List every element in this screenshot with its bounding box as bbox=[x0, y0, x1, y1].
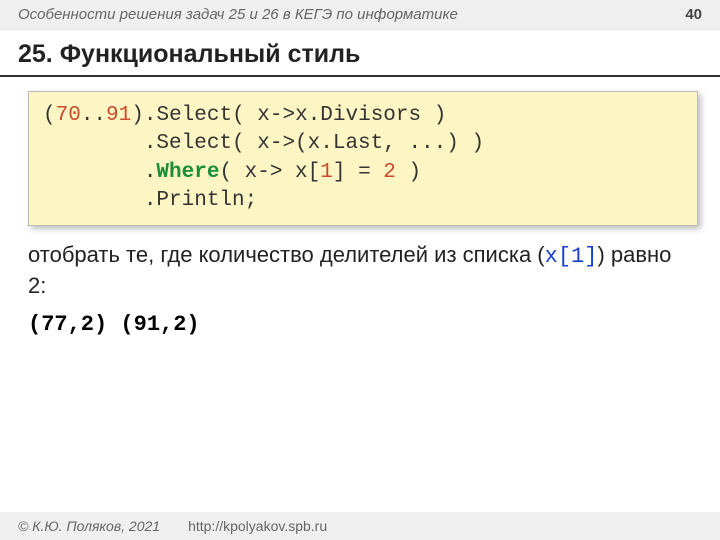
footer-url: http://kpolyakov.spb.ru bbox=[188, 518, 327, 534]
header-subject: Особенности решения задач 25 и 26 в КЕГЭ… bbox=[18, 6, 458, 23]
code-block: (70..91).Select( x->x.Divisors ) .Select… bbox=[28, 91, 698, 226]
footer-bar: © К.Ю. Поляков, 2021 http://kpolyakov.sp… bbox=[0, 512, 720, 540]
page-number: 40 bbox=[685, 6, 702, 23]
code-line-1: (70..91).Select( x->x.Divisors ) bbox=[43, 104, 446, 127]
inline-code: x[1] bbox=[545, 244, 598, 269]
code-line-2: .Select( x->(x.Last, ...) ) bbox=[43, 132, 484, 155]
output-text: (77,2) (91,2) bbox=[28, 312, 692, 337]
page-title: 25. Функциональный стиль bbox=[0, 30, 720, 77]
footer-copyright: © К.Ю. Поляков, 2021 bbox=[18, 518, 160, 534]
code-line-4: .Println; bbox=[43, 189, 257, 212]
code-line-3: .Where( x-> x[1] = 2 ) bbox=[43, 161, 421, 184]
description: отобрать те, где количество делителей из… bbox=[28, 240, 692, 300]
header-bar: Особенности решения задач 25 и 26 в КЕГЭ… bbox=[0, 0, 720, 30]
